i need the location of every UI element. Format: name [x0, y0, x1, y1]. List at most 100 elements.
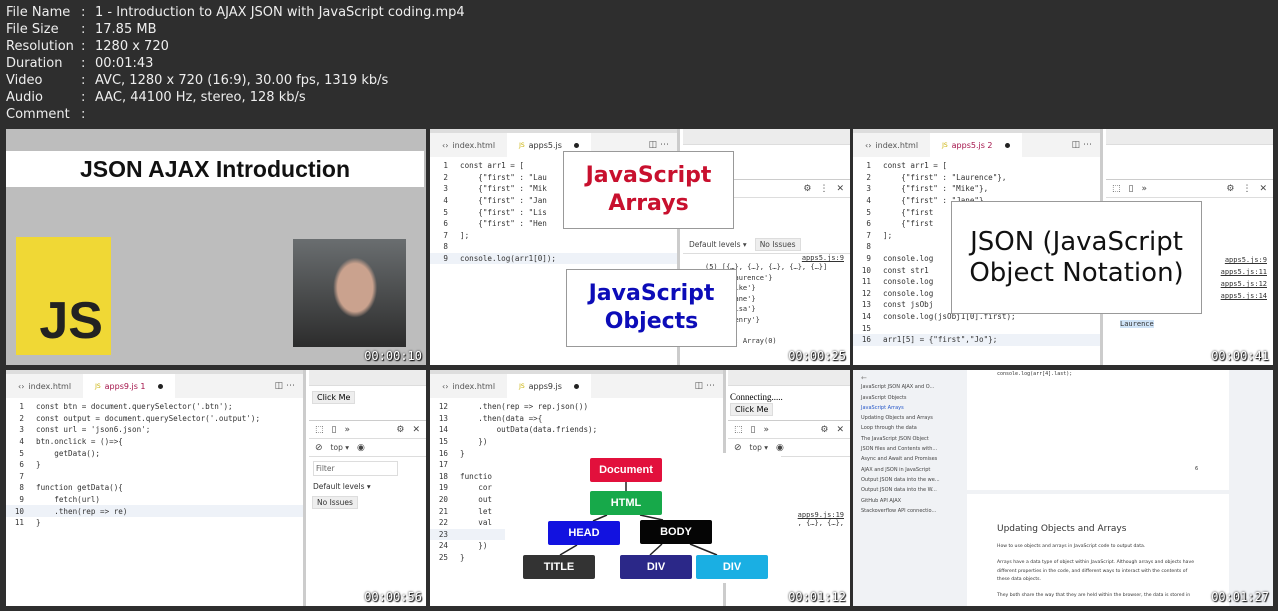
- html-icon: ‹›: [865, 140, 872, 150]
- tab-apps9-js[interactable]: JS apps9.js: [507, 374, 591, 398]
- split-editor-icon[interactable]: ◫ ⋯: [695, 381, 715, 391]
- nav-item[interactable]: JavaScript JSON AJAX and O...: [861, 384, 958, 394]
- code-line: 9 fetch(url): [6, 494, 303, 506]
- nav-item[interactable]: Async and Await and Promises: [861, 456, 958, 466]
- code-text: const str1: [883, 265, 929, 275]
- close-icon[interactable]: ✕: [1259, 184, 1267, 194]
- context-dropdown[interactable]: top ▾: [750, 443, 768, 452]
- code-line: 12 .then(rep => rep.json()): [430, 401, 723, 413]
- code-text: {"first: [883, 219, 934, 229]
- nav-item[interactable]: GitHub API AJAX: [861, 498, 958, 508]
- close-icon[interactable]: ✕: [412, 425, 420, 435]
- nav-item[interactable]: Output JSON data into the we...: [861, 477, 958, 487]
- code-text: console.log: [883, 277, 934, 287]
- thumbnail-3[interactable]: ‹› index.html JS apps5.js 2 ◫ ⋯ 1 const arr1 …: [853, 129, 1273, 365]
- html-icon: ‹›: [442, 140, 449, 150]
- split-editor-icon[interactable]: ◫ ⋯: [1072, 140, 1092, 150]
- default-levels-dropdown[interactable]: Default levels ▾: [309, 480, 426, 493]
- device-icon[interactable]: ▯: [1129, 184, 1134, 194]
- close-icon[interactable]: ✕: [836, 425, 844, 435]
- thumbnail-4[interactable]: ‹› index.html JS apps9.js 1 ◫ ⋯ 1 const btn =…: [6, 370, 426, 606]
- code-line: 6}: [6, 459, 303, 471]
- line-number: 7: [443, 230, 448, 240]
- info-separator: :: [81, 90, 86, 105]
- line-number: 11: [14, 518, 24, 528]
- info-row: Audio: AAC, 44100 Hz, stereo, 128 kb/s: [6, 89, 465, 106]
- line-number: 13: [861, 300, 871, 310]
- nav-item[interactable]: Loop through the data: [861, 425, 958, 435]
- code-snippet: console.log(arr[4].last);: [997, 371, 1073, 377]
- nav-item[interactable]: Stackoverflow API connectio...: [861, 508, 958, 518]
- close-icon[interactable]: ✕: [836, 184, 844, 194]
- split-editor-icon[interactable]: ◫ ⋯: [275, 381, 295, 391]
- node-title: TITLE: [523, 555, 595, 579]
- code-text: {"first" : "Laurence"},: [883, 172, 1007, 182]
- clear-console-icon[interactable]: ⊘: [734, 443, 742, 453]
- eye-icon[interactable]: ◉: [357, 443, 365, 453]
- split-editor-icon[interactable]: ◫ ⋯: [649, 140, 669, 150]
- click-me-button[interactable]: Click Me: [730, 403, 774, 416]
- nav-item[interactable]: JavaScript Arrays: [861, 405, 958, 415]
- thumbnail-6[interactable]: ← JavaScript JSON AJAX and O... JavaScrip…: [853, 370, 1273, 606]
- console-source-link[interactable]: apps5.js:9: [683, 254, 850, 262]
- info-value: AVC, 1280 x 720 (16:9), 30.00 fps, 1319 …: [95, 73, 389, 88]
- click-me-button[interactable]: Click Me: [312, 391, 356, 404]
- info-separator: :: [81, 73, 86, 88]
- nav-item[interactable]: Updating Objects and Arrays: [861, 415, 958, 425]
- console-output: , {…}, {…},: [797, 519, 844, 527]
- tab-index-html[interactable]: ‹› index.html: [430, 374, 507, 398]
- thumbnail-2[interactable]: ‹› index.html JS apps5.js ◫ ⋯ 1 const arr1 = …: [430, 129, 850, 365]
- nav-item[interactable]: Output JSON data into the W...: [861, 487, 958, 497]
- console-value: Laurence: [1120, 320, 1154, 328]
- settings-icon[interactable]: ⚙: [396, 425, 404, 435]
- line-number: 9: [443, 254, 448, 264]
- code-text: }: [460, 448, 465, 458]
- default-levels-dropdown[interactable]: Default levels ▾: [689, 240, 747, 249]
- code-text: {"first" : "Jan: [460, 196, 547, 206]
- tab-index-html[interactable]: ‹› index.html: [853, 133, 930, 157]
- thumbnail-5[interactable]: ‹› index.html JS apps9.js ◫ ⋯ 12 .then(rep =…: [430, 370, 850, 606]
- console-source-links[interactable]: apps5.js:9 apps5.js:11 apps5.js:12 apps5.js…: [1221, 254, 1267, 302]
- settings-icon[interactable]: ⚙: [803, 184, 811, 194]
- list-item: apps5.js:9: [1224, 256, 1267, 264]
- info-key: Audio: [6, 90, 43, 105]
- nav-item[interactable]: JavaScript Objects: [861, 395, 958, 405]
- line-number: 20: [438, 495, 448, 505]
- back-arrow-icon[interactable]: ←: [861, 374, 958, 384]
- tab-index-html[interactable]: ‹› index.html: [430, 133, 507, 157]
- line-number: 9: [866, 254, 871, 264]
- line-number: 10: [14, 506, 24, 516]
- tab-apps5-js[interactable]: JS apps5.js 2: [930, 133, 1022, 157]
- nav-item[interactable]: AJAX and JSON in JavaScript: [861, 467, 958, 477]
- info-row: Comment:: [6, 106, 465, 123]
- thumbnail-1[interactable]: JSON AJAX Introduction JS 00:00:10: [6, 129, 426, 365]
- inspect-icon[interactable]: ⬚: [1112, 184, 1121, 194]
- course-sidebar: ← JavaScript JSON AJAX and O... JavaScrip…: [853, 370, 966, 606]
- code-text: }: [36, 518, 41, 528]
- code-line: 8 function getData(){: [6, 482, 303, 494]
- more-icon[interactable]: ⋮: [1242, 184, 1251, 194]
- eye-icon[interactable]: ◉: [776, 443, 784, 453]
- more-icon[interactable]: ⋮: [819, 184, 828, 194]
- line-number: 1: [866, 161, 871, 171]
- no-issues-button[interactable]: No Issues: [754, 238, 801, 251]
- code-line: 9 console.log(arr1[0]);: [430, 252, 677, 265]
- info-separator: :: [81, 107, 86, 122]
- overlay-text: JavaScript Arrays: [585, 163, 712, 216]
- tab-index-html[interactable]: ‹› index.html: [6, 374, 83, 398]
- nav-item[interactable]: The JavaScript JSON Object: [861, 436, 958, 446]
- context-dropdown[interactable]: top ▾: [331, 443, 349, 452]
- tab-apps9-js[interactable]: JS apps9.js 1: [83, 374, 175, 398]
- console-source-link[interactable]: apps9.js:19: [798, 511, 844, 519]
- info-key: Duration: [6, 56, 63, 71]
- clear-console-icon[interactable]: ⊘: [315, 443, 323, 453]
- js-file-icon: JS: [519, 382, 525, 390]
- node-html: HTML: [590, 491, 662, 515]
- filter-input[interactable]: Filter: [313, 461, 398, 476]
- no-issues-button[interactable]: No Issues: [312, 496, 358, 509]
- nav-item[interactable]: JSON files and Contents with...: [861, 446, 958, 456]
- code-text: console.log(arr1[0]);: [460, 254, 557, 264]
- line-number: 24: [438, 541, 448, 551]
- settings-icon[interactable]: ⚙: [1226, 184, 1234, 194]
- settings-icon[interactable]: ⚙: [820, 425, 828, 435]
